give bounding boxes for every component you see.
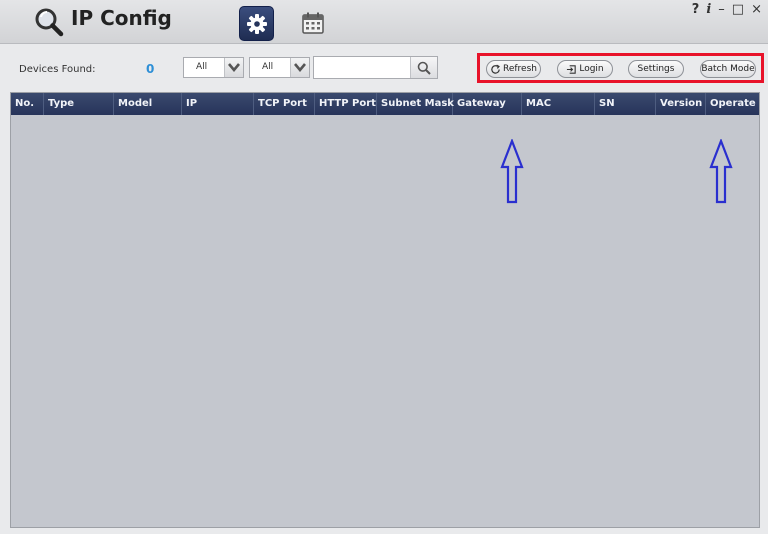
magnifier-icon <box>35 8 64 37</box>
login-label: Login <box>579 64 604 74</box>
help-button[interactable]: ? <box>692 3 700 17</box>
device-table: No. Type Model IP TCP Port HTTP Port Sub… <box>10 92 760 528</box>
close-button[interactable]: × <box>751 3 762 17</box>
column-header-http-port[interactable]: HTTP Port <box>315 93 377 115</box>
column-header-ip[interactable]: IP <box>182 93 254 115</box>
app-title: IP Config <box>71 6 172 30</box>
filter-select-1[interactable]: All <box>183 57 244 78</box>
maximize-button[interactable]: □ <box>732 3 744 17</box>
settings-tool-button[interactable] <box>239 6 274 41</box>
column-header-sn[interactable]: SN <box>595 93 656 115</box>
search-input[interactable] <box>313 56 438 79</box>
column-header-model[interactable]: Model <box>114 93 182 115</box>
filter-select-1-value: All <box>196 62 208 72</box>
settings-label: Settings <box>637 64 675 74</box>
search-button[interactable] <box>410 57 437 78</box>
filter-select-2-value: All <box>262 62 274 72</box>
up-arrow-annotation-icon <box>500 139 524 204</box>
column-header-type[interactable]: Type <box>44 93 114 115</box>
batch-mode-label: Batch Mode <box>701 64 755 74</box>
up-arrow-annotation-icon <box>709 139 733 204</box>
calendar-icon <box>301 12 324 34</box>
devices-found-count: 0 <box>146 62 155 76</box>
column-header-subnet-mask[interactable]: Subnet Mask <box>377 93 454 115</box>
title-bar: IP Config ? i – □ × <box>0 0 768 44</box>
column-header-mac[interactable]: MAC <box>522 93 595 115</box>
column-header-operate[interactable]: Operate <box>706 93 759 115</box>
window-controls: ? i – □ × <box>692 3 762 17</box>
column-header-no[interactable]: No. <box>11 93 44 115</box>
login-icon <box>567 64 577 74</box>
refresh-button[interactable]: Refresh <box>486 60 541 78</box>
column-header-gateway[interactable]: Gateway <box>453 93 522 115</box>
gear-icon <box>246 13 267 34</box>
column-header-tcp-port[interactable]: TCP Port <box>254 93 315 115</box>
chevron-down-icon[interactable] <box>224 58 243 77</box>
column-header-version[interactable]: Version <box>656 93 706 115</box>
table-header: No. Type Model IP TCP Port HTTP Port Sub… <box>11 93 759 115</box>
toolbar: Devices Found: 0 All All Refresh Login S… <box>0 44 768 92</box>
login-button[interactable]: Login <box>557 60 613 78</box>
settings-button[interactable]: Settings <box>628 60 684 78</box>
schedule-tool-button[interactable] <box>296 6 329 39</box>
devices-found-label: Devices Found: <box>19 64 96 75</box>
batch-mode-button[interactable]: Batch Mode <box>700 60 756 78</box>
filter-select-2[interactable]: All <box>249 57 310 78</box>
minimize-button[interactable]: – <box>718 3 725 17</box>
info-button[interactable]: i <box>706 3 711 17</box>
search-icon <box>417 61 431 75</box>
refresh-label: Refresh <box>503 64 537 74</box>
chevron-down-icon[interactable] <box>290 58 309 77</box>
refresh-icon <box>491 64 500 74</box>
